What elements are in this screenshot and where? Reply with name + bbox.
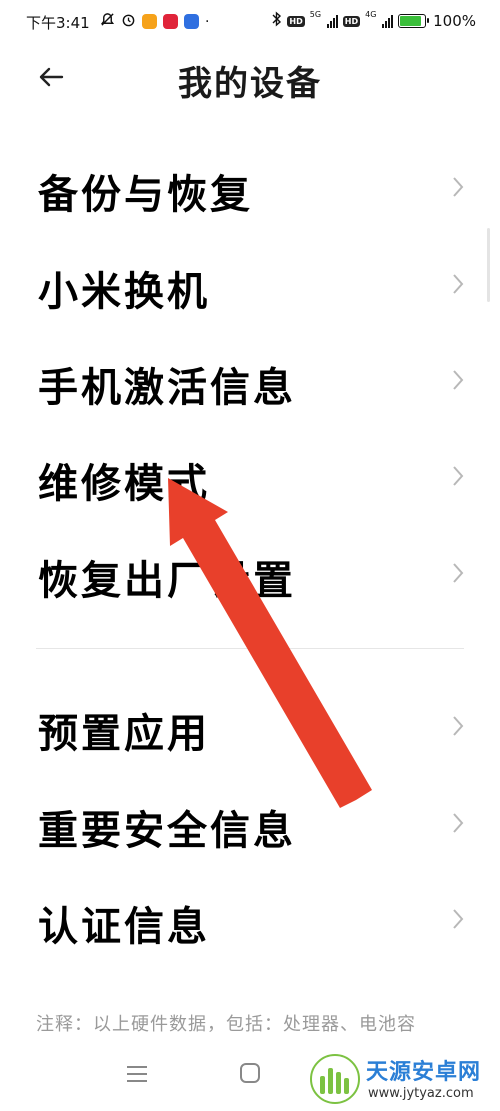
- watermark: 天源安卓网 www.jytyaz.com: [308, 1052, 496, 1108]
- watermark-title: 天源安卓网: [366, 1060, 482, 1085]
- app-notification-icon: [163, 14, 178, 29]
- recent-apps-icon[interactable]: [125, 1064, 149, 1084]
- battery-icon: [398, 14, 430, 28]
- signal-5g-icon: 5G: [309, 10, 338, 29]
- menu-item-label: 小米换机: [38, 269, 210, 315]
- page-title: 我的设备: [178, 64, 322, 104]
- chevron-right-icon: [453, 909, 464, 929]
- network-type-label: 5G: [309, 10, 322, 19]
- menu-item-label: 恢复出厂设置: [38, 558, 296, 604]
- watermark-logo-icon: [310, 1054, 360, 1104]
- home-icon[interactable]: [239, 1062, 261, 1084]
- page-header: 我的设备: [0, 46, 500, 110]
- status-bar: 下午3:41 · HD 5G HD 4G 100%: [0, 0, 500, 46]
- section-divider: [36, 648, 464, 649]
- chevron-right-icon: [453, 466, 464, 486]
- menu-item-label: 重要安全信息: [38, 808, 296, 854]
- menu-item-preinstalled-apps[interactable]: 预置应用: [0, 677, 500, 773]
- signal-4g-icon: 4G: [365, 10, 394, 29]
- chevron-right-icon: [453, 716, 464, 736]
- status-time: 下午3:41: [26, 14, 90, 32]
- menu-item-factory-reset[interactable]: 恢复出厂设置: [0, 524, 500, 620]
- menu-item-certification-info[interactable]: 认证信息: [0, 870, 500, 966]
- chevron-right-icon: [453, 370, 464, 390]
- menu-item-label: 手机激活信息: [38, 365, 296, 411]
- scrollbar[interactable]: [487, 228, 490, 302]
- mute-notification-icon: [100, 12, 115, 31]
- menu-item-label: 认证信息: [38, 904, 210, 950]
- battery-percent: 100%: [433, 12, 476, 30]
- app-notification-icon: [142, 14, 157, 29]
- menu-item-safety-info[interactable]: 重要安全信息: [0, 774, 500, 870]
- menu-item-label: 备份与恢复: [38, 172, 253, 218]
- hardware-footnote: 注释：以上硬件数据，包括：处理器、电池容: [36, 1014, 416, 1035]
- menu-item-backup-restore[interactable]: 备份与恢复: [0, 138, 500, 234]
- chevron-right-icon: [453, 563, 464, 583]
- watermark-url: www.jytyaz.com: [368, 1086, 474, 1101]
- chevron-right-icon: [453, 813, 464, 833]
- menu-item-mi-mover[interactable]: 小米换机: [0, 235, 500, 331]
- network-type-label: 4G: [365, 10, 377, 19]
- menu-item-label: 预置应用: [38, 711, 210, 757]
- menu-item-label: 维修模式: [38, 461, 210, 507]
- alarm-icon: [121, 12, 136, 31]
- system-status-icons: HD 5G HD 4G 100%: [272, 10, 476, 31]
- hd-badge: HD: [287, 15, 305, 27]
- app-notification-icon: [184, 14, 199, 29]
- menu-item-activation-info[interactable]: 手机激活信息: [0, 331, 500, 427]
- chevron-right-icon: [453, 177, 464, 197]
- bluetooth-icon: [272, 11, 282, 31]
- chevron-right-icon: [453, 274, 464, 294]
- menu-item-repair-mode[interactable]: 维修模式: [0, 427, 500, 523]
- notification-icons: ·: [100, 12, 209, 31]
- more-notifications-dot: ·: [205, 13, 210, 30]
- hd-badge: HD: [342, 15, 361, 27]
